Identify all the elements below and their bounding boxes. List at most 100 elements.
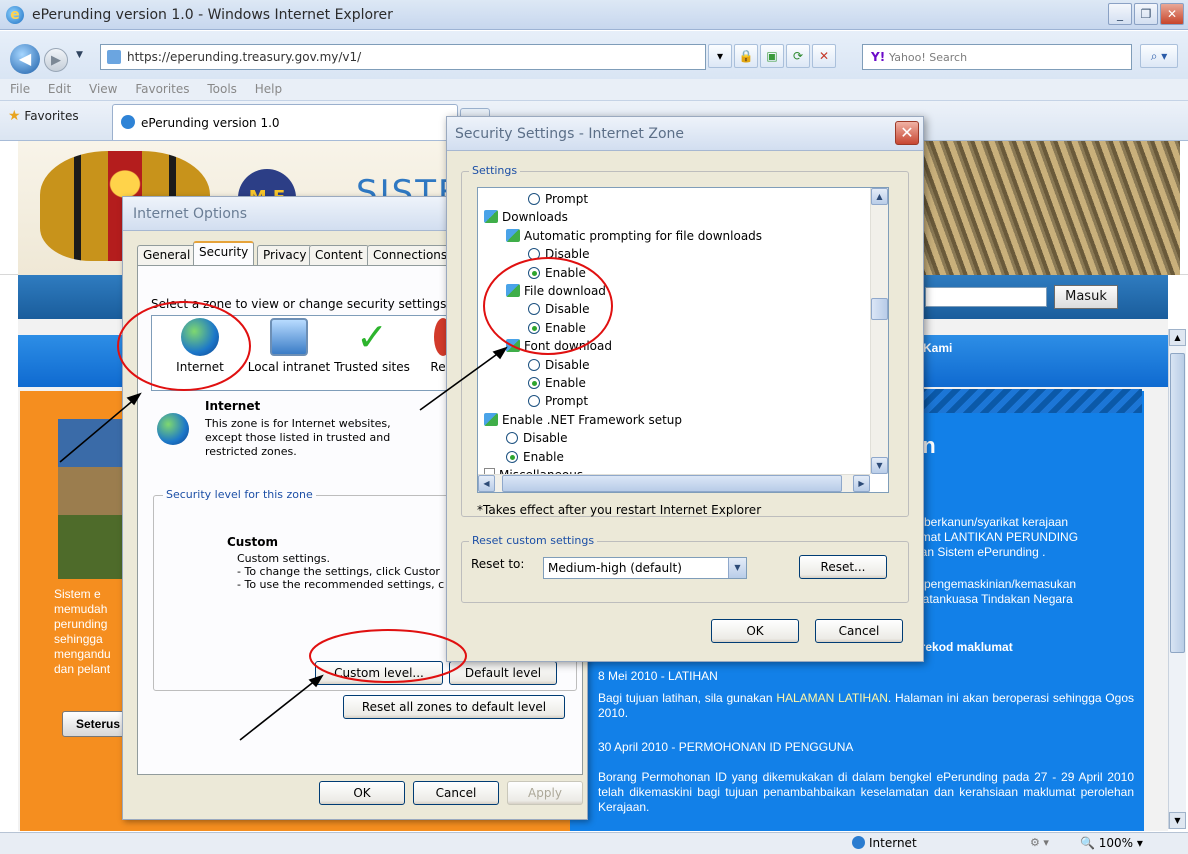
zone-trusted-sites[interactable]: ✓ Trusted sites <box>334 318 410 374</box>
settings-scroll-up-icon[interactable]: ▲ <box>871 188 888 205</box>
security-settings-title: Security Settings - Internet Zone <box>455 126 684 142</box>
tab-connections[interactable]: Connections <box>367 245 454 265</box>
io-ok-button[interactable]: OK <box>319 781 405 805</box>
compatibility-icon[interactable]: ▣ <box>760 44 784 68</box>
lock-icon[interactable]: 🔒 <box>734 44 758 68</box>
menu-favorites[interactable]: Favorites <box>135 79 189 96</box>
refresh-icon[interactable]: ⟳ <box>786 44 810 68</box>
search-box[interactable]: Y! Yahoo! Search <box>862 44 1132 70</box>
tab-general[interactable]: General <box>137 245 197 265</box>
setting-radio-option[interactable]: Disable <box>528 245 590 263</box>
zoom-level[interactable]: 🔍 100% ▾ <box>1080 836 1143 850</box>
menu-tools[interactable]: Tools <box>207 79 237 96</box>
address-url[interactable]: https://eperunding.treasury.gov.my/v1/ <box>127 50 361 64</box>
ss-cancel-button[interactable]: Cancel <box>815 619 903 643</box>
radio-icon <box>506 432 518 445</box>
menu-file[interactable]: File <box>10 79 30 96</box>
custom-level-description: Custom settings. - To change the setting… <box>237 552 445 591</box>
login-input[interactable] <box>925 287 1047 307</box>
favorites-button[interactable]: ★ Favorites <box>8 108 79 124</box>
close-window-button[interactable]: ✕ <box>1160 3 1184 25</box>
setting-radio-option[interactable]: Disable <box>528 356 590 374</box>
address-dropdown-icon[interactable]: ▾ <box>708 44 732 68</box>
protected-mode-icon[interactable]: ⚙ ▾ <box>1030 836 1049 849</box>
stop-icon[interactable]: ✕ <box>812 44 836 68</box>
search-placeholder[interactable]: Yahoo! Search <box>889 51 967 64</box>
settings-scroll-down-icon[interactable]: ▼ <box>871 457 888 474</box>
status-zone[interactable]: Internet <box>852 836 917 850</box>
news-2-heading: 30 April 2010 - PERMOHONAN ID PENGGUNA <box>598 740 854 754</box>
settings-scroll-right-icon[interactable]: ▶ <box>853 475 870 492</box>
radio-icon <box>528 248 540 261</box>
io-cancel-button[interactable]: Cancel <box>413 781 499 805</box>
setting-label: Prompt <box>545 192 589 206</box>
settings-vscroll[interactable]: ▲ ▼ <box>870 188 888 474</box>
setting-radio-option[interactable]: Prompt <box>528 392 588 410</box>
setting-radio-option[interactable]: Enable <box>528 264 586 282</box>
history-dropdown-icon[interactable]: ▼ <box>76 50 83 60</box>
setting-label: Enable <box>545 320 586 335</box>
browser-tab[interactable]: ePerunding version 1.0 <box>112 104 458 140</box>
tab-privacy[interactable]: Privacy <box>257 245 313 265</box>
menu-help[interactable]: Help <box>255 79 282 96</box>
custom-level-button[interactable]: Custom level... <box>315 661 443 685</box>
radio-icon <box>506 450 518 463</box>
intro-text: n berkanun/syarikat kerajaan umat LANTIK… <box>914 515 1079 559</box>
setting-radio-option[interactable]: Enable <box>506 448 564 466</box>
menu-view[interactable]: View <box>89 79 117 96</box>
maximize-button[interactable]: ❐ <box>1134 3 1158 25</box>
address-bar[interactable]: https://eperunding.treasury.gov.my/v1/ <box>100 44 706 70</box>
zone-local-intranet[interactable]: Local intranet <box>246 318 332 374</box>
settings-list: Prompt Downloads Automatic prompting for f… <box>477 187 889 493</box>
browser-title-bar: e ePerunding version 1.0 - Windows Inter… <box>0 0 1188 30</box>
chevron-down-icon[interactable]: ▼ <box>728 558 746 578</box>
tab-content[interactable]: Content <box>309 245 369 265</box>
security-settings-titlebar[interactable]: Security Settings - Internet Zone ✕ <box>447 117 923 151</box>
settings-hscroll[interactable]: ◀ ▶ <box>478 474 870 492</box>
zone-internet[interactable]: Internet <box>164 318 236 374</box>
scroll-down-icon[interactable]: ▼ <box>1169 812 1186 829</box>
ss-ok-button[interactable]: OK <box>711 619 799 643</box>
default-level-button[interactable]: Default level <box>449 661 557 685</box>
setting-radio-option[interactable]: Disable <box>506 429 568 447</box>
reset-all-zones-button[interactable]: Reset all zones to default level <box>343 695 565 719</box>
settings-legend: Settings <box>469 164 521 177</box>
page-scrollbar[interactable]: ▲ ▼ <box>1168 329 1186 829</box>
settings-hscroll-thumb[interactable] <box>502 475 842 492</box>
close-icon[interactable]: ✕ <box>895 121 919 145</box>
io-apply-button[interactable]: Apply <box>507 781 583 805</box>
radio-icon <box>528 358 540 371</box>
setting-label: Disable <box>545 357 590 372</box>
setting-radio-option[interactable]: Enable <box>528 374 586 392</box>
scroll-up-icon[interactable]: ▲ <box>1169 329 1186 346</box>
scroll-thumb[interactable] <box>1170 353 1185 653</box>
setting-label: Enable <box>523 449 564 464</box>
setting-radio-option[interactable]: Enable <box>528 319 586 337</box>
setting-group: Enable .NET Framework setup <box>484 411 682 429</box>
setting-label: Disable <box>523 431 568 446</box>
halaman-latihan-link[interactable]: HALAMAN LATIHAN <box>776 691 888 705</box>
reset-button[interactable]: Reset... <box>799 555 887 579</box>
settings-scroll-thumb[interactable] <box>871 298 888 320</box>
menu-edit[interactable]: Edit <box>48 79 71 96</box>
zone-prompt: Select a zone to view or change security… <box>151 297 451 311</box>
minimize-button[interactable]: _ <box>1108 3 1132 25</box>
status-bar: Internet ⚙ ▾ 🔍 100% ▾ <box>0 832 1188 854</box>
globe-icon <box>852 836 865 849</box>
radio-icon <box>528 303 540 316</box>
reset-to-select[interactable]: Medium-high (default) ▼ <box>543 557 747 579</box>
settings-icon <box>506 228 520 242</box>
search-icon[interactable]: ⌕ ▾ <box>1140 44 1178 68</box>
login-button[interactable]: Masuk <box>1054 285 1118 309</box>
nav-kami[interactable]: Kami <box>923 341 952 355</box>
back-button[interactable]: ◀ <box>10 44 40 74</box>
setting-radio-option[interactable]: Prompt <box>528 190 588 208</box>
settings-scroll-left-icon[interactable]: ◀ <box>478 475 495 492</box>
settings-icon <box>484 210 498 224</box>
forward-button[interactable]: ▶ <box>44 48 68 72</box>
setting-radio-option[interactable]: Disable <box>528 300 590 318</box>
radio-icon <box>528 193 540 205</box>
update-text: n pengemaskinian/kemasukan watankuasa Ti… <box>914 577 1077 621</box>
radio-icon <box>528 377 540 389</box>
tab-security[interactable]: Security <box>193 241 255 266</box>
